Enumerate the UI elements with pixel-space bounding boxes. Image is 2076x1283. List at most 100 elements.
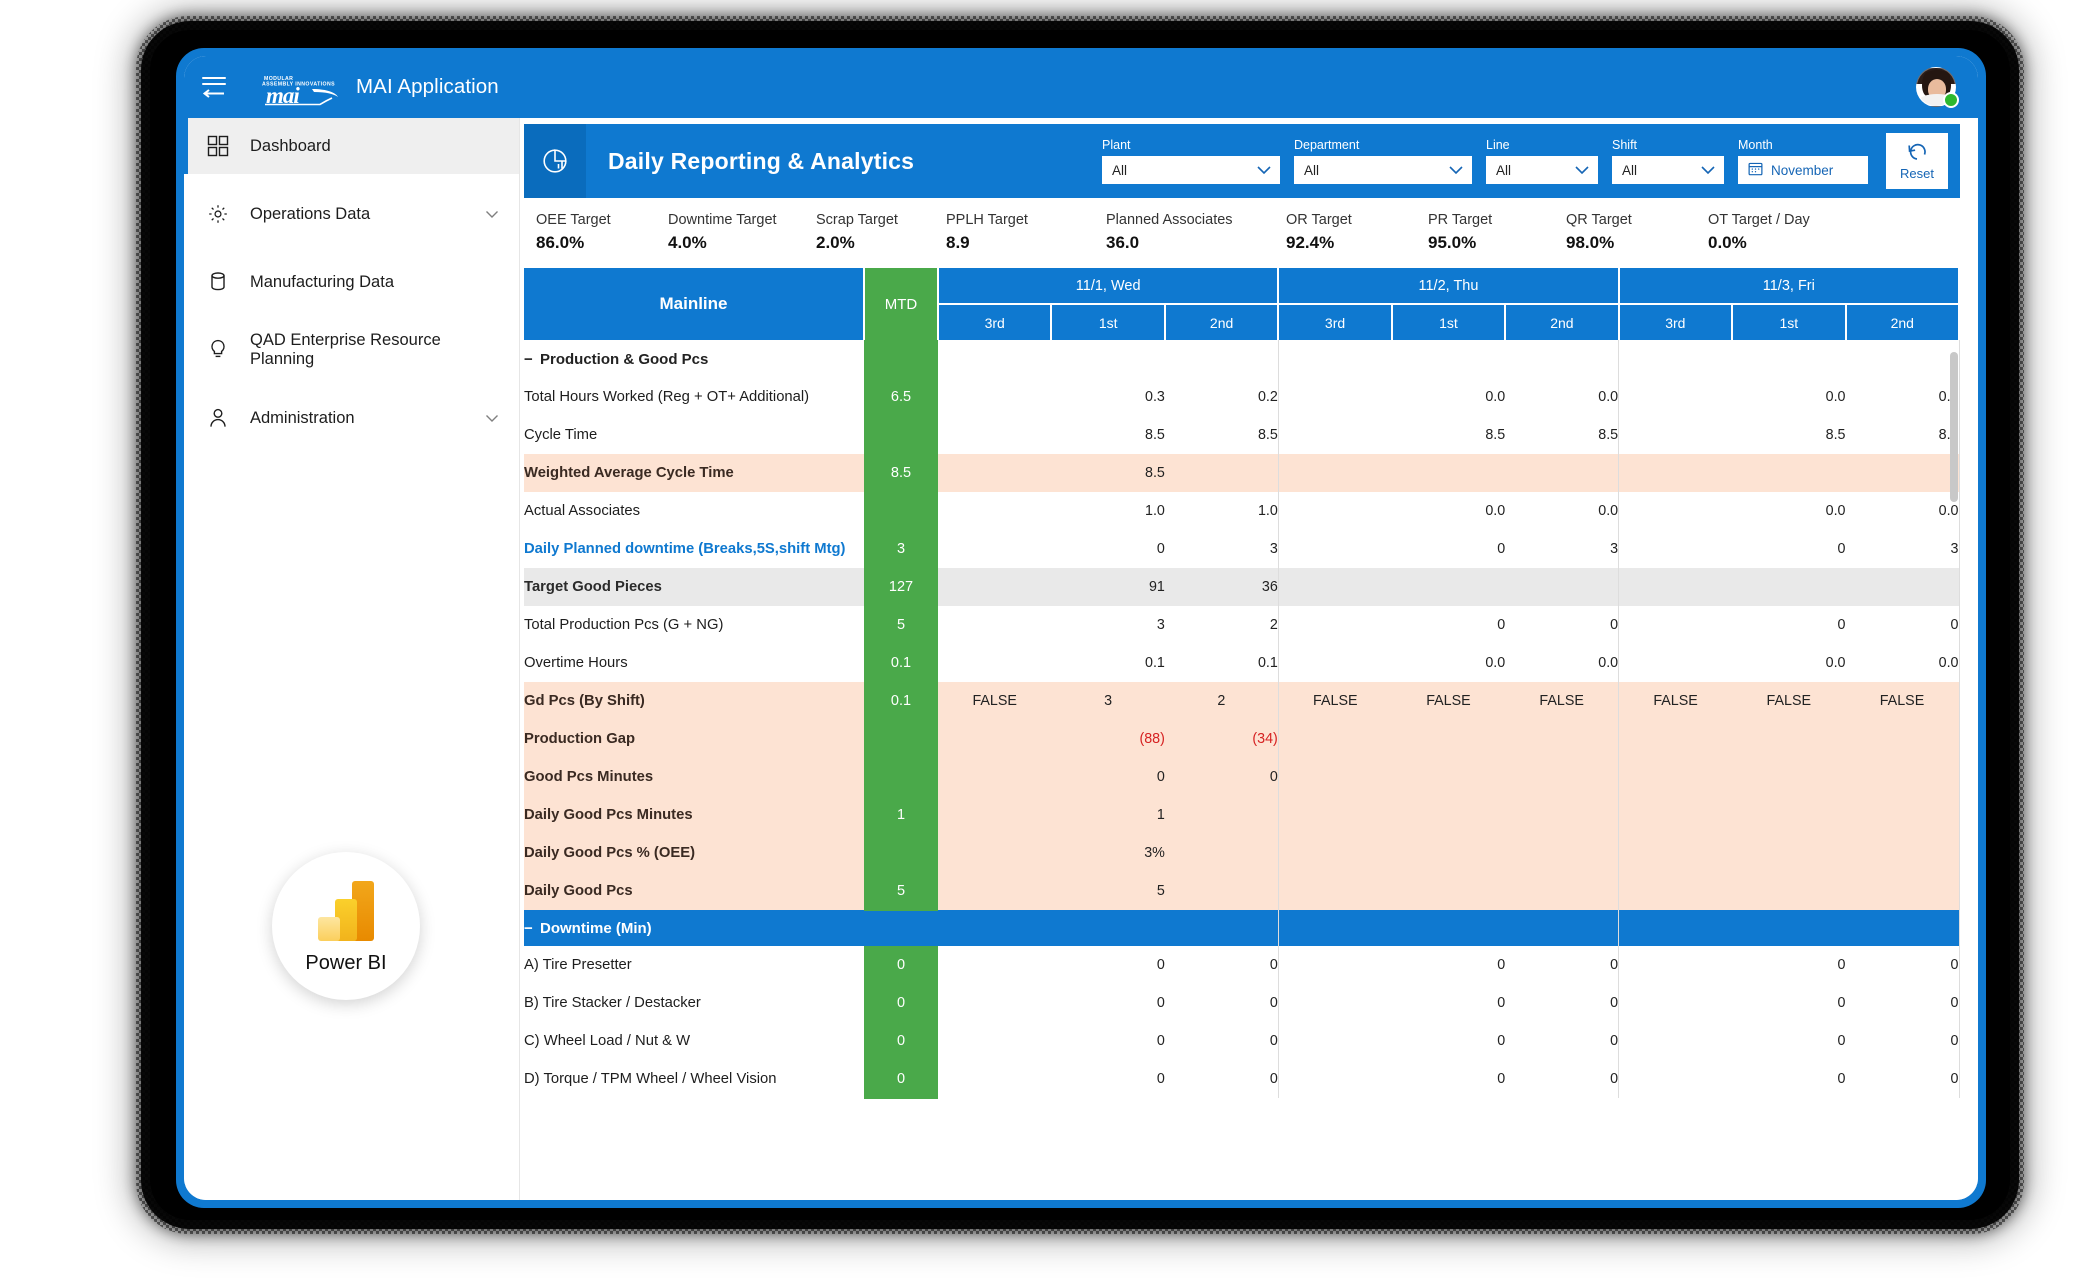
row-cell: 0 [1051,530,1165,568]
row-cell: (34) [1164,720,1279,758]
kpi-value: 0.0% [1708,233,1747,252]
row-mtd-value: 0 [864,1022,938,1061]
row-cell [1732,834,1846,872]
row-cell: 3 [1505,530,1620,568]
table-shift-header-3-3: 2nd [1845,304,1960,340]
row-cell [1164,834,1279,872]
row-cell [938,796,1052,834]
status-online-badge [1943,92,1959,108]
row-label: Production Gap [524,720,864,758]
filter-line-select[interactable]: All [1486,156,1598,184]
app-topbar: MODULAR ASSEMBLY INNOVATIONS mai MAI App… [184,56,1978,118]
row-mtd-value: 0 [864,1060,938,1099]
row-cell [1618,1060,1733,1098]
vertical-scrollbar-thumb[interactable] [1950,352,1958,502]
report-header: Daily Reporting & Analytics Plant All De… [524,124,1960,198]
row-label[interactable]: Daily Planned downtime (Breaks,5S,shift … [524,530,864,568]
kpi-value: 98.0% [1566,233,1615,252]
row-cell [1618,644,1733,682]
row-cell [938,454,1052,492]
row-cell: 0 [1732,1060,1846,1098]
row-cell [1278,454,1392,492]
row-cell: 1.0 [1164,492,1279,530]
sidebar-item-manufacturing-data[interactable]: Manufacturing Data [184,254,519,310]
main-content: Daily Reporting & Analytics Plant All De… [520,118,1978,1200]
table-day-header-1: 11/1, Wed [938,268,1280,305]
row-mtd-value: 0 [864,984,938,1023]
sidebar-item-operations-data[interactable]: Operations Data [184,186,519,242]
grid-icon [206,134,230,158]
row-cell [1278,340,1392,378]
sidebar-item-qad-erp[interactable]: QAD Enterprise Resource Planning [184,322,519,378]
row-mtd-value: 127 [864,568,938,607]
row-cell: FALSE [1391,682,1506,720]
row-cell [938,606,1052,644]
row-cell: 0 [1391,530,1506,568]
table-group-row[interactable]: − Production & Good Pcs [524,340,1960,379]
row-cell [1618,984,1733,1022]
row-cell: 0 [1732,530,1846,568]
row-cell [938,720,1052,758]
row-cell: 8.5 [1051,416,1165,454]
row-cell: 0.2 [1164,378,1279,416]
row-cell [1732,758,1846,796]
row-cell [1164,910,1279,946]
sidebar-item-dashboard[interactable]: Dashboard [184,118,519,174]
row-cell: 3 [1051,606,1165,644]
sidebar-item-administration[interactable]: Administration [184,390,519,446]
sidebar-item-label: Administration [250,408,355,427]
row-mtd-value: 8.5 [864,454,938,493]
filter-plant-select[interactable]: All [1102,156,1280,184]
collapse-toggle-icon[interactable]: − [524,351,540,368]
row-cell: 0 [1505,984,1620,1022]
reset-button[interactable]: Reset [1886,133,1948,189]
hamburger-collapse-icon[interactable] [202,72,236,102]
filter-shift-select[interactable]: All [1612,156,1724,184]
collapse-toggle-icon[interactable]: − [524,920,540,937]
avatar[interactable] [1916,67,1959,108]
header-spacer [914,124,1102,198]
chevron-down-icon [1574,164,1590,177]
row-cell: FALSE [1278,682,1392,720]
row-cell [1845,758,1960,796]
row-cell [1278,758,1392,796]
row-cell [1391,720,1506,758]
table-section-row[interactable]: − Downtime (Min) [524,910,1960,947]
row-label: Actual Associates [524,492,864,530]
filter-month-datepicker[interactable]: November [1738,156,1868,184]
row-cell [938,492,1052,530]
kpi-planned-associates: Planned Associates 36.0 [1106,212,1286,253]
row-cell: FALSE [1732,682,1846,720]
row-cell [1164,872,1279,910]
row-cell [1505,910,1620,946]
table-row: B) Tire Stacker / Destacker 0 0 0 0 0 0 0 [524,984,1960,1023]
pie-chart-icon [524,124,586,198]
chevron-down-icon[interactable] [483,409,501,427]
row-cell [1732,568,1846,606]
screenshot-scene: MODULAR ASSEMBLY INNOVATIONS mai MAI App… [0,0,2076,1283]
row-cell: 0.0 [1505,644,1620,682]
kpi-label: Planned Associates [1106,212,1233,228]
row-cell: 0 [1051,1022,1165,1060]
page-title: Daily Reporting & Analytics [608,147,915,174]
row-cell [1845,720,1960,758]
row-cell [938,644,1052,682]
row-cell [1618,796,1733,834]
row-cell [1164,796,1279,834]
svg-text:mai: mai [266,83,300,107]
kpi-scrap-target: Scrap Target 2.0% [816,212,946,253]
table-row: Gd Pcs (By Shift) 0.1 FALSE 3 2 FALSE FALSE FAL… [524,682,1960,721]
row-mtd-value [864,340,938,379]
filter-bar: Plant All Department All Line All Shift … [1102,124,1960,198]
row-cell: 0 [1505,946,1620,984]
kpi-label: OR Target [1286,212,1352,228]
row-mtd-value [864,758,938,797]
table-shift-header-2-3: 2nd [1505,304,1620,340]
kpi-label: OEE Target [536,212,611,228]
kpi-value: 92.4% [1286,233,1335,252]
chevron-down-icon[interactable] [483,205,501,223]
filter-department-select[interactable]: All [1294,156,1472,184]
kpi-pplh-target: PPLH Target 8.9 [946,212,1106,253]
table-row: Daily Good Pcs Minutes 1 1 [524,796,1960,835]
